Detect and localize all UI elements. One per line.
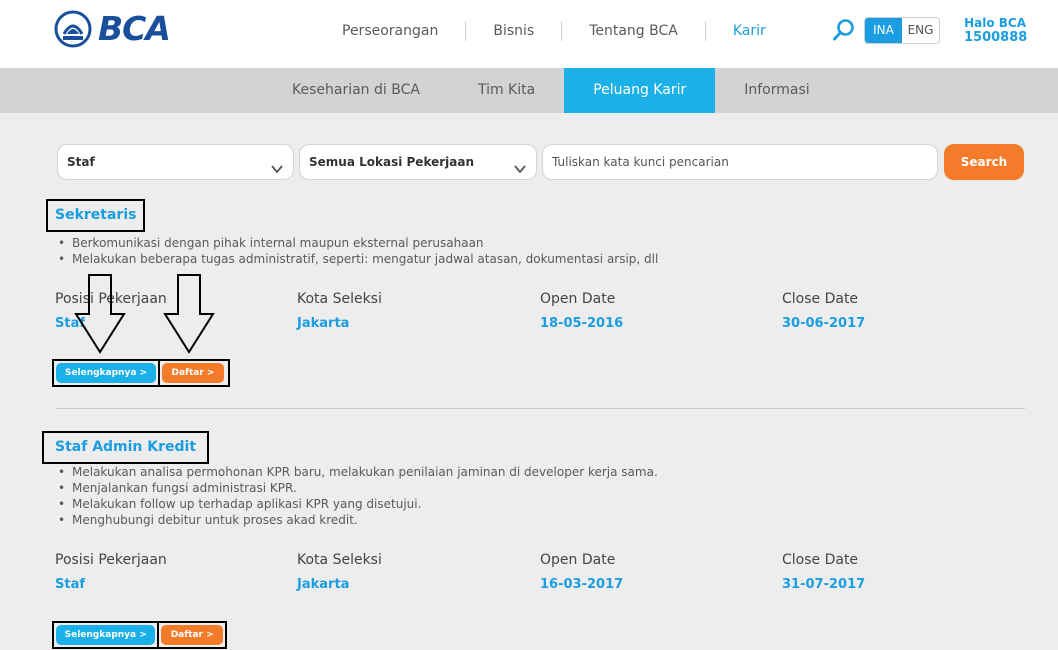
duty-item: Berkomunikasi dengan pihak internal maup… bbox=[58, 235, 658, 251]
job-title[interactable]: Staf Admin Kredit bbox=[42, 431, 210, 464]
chevron-down-icon bbox=[513, 155, 527, 174]
city-label: Kota Seleksi bbox=[297, 291, 382, 307]
job-duties: Melakukan analisa permohonan KPR baru, m… bbox=[58, 464, 658, 528]
duty-item: Melakukan follow up terhadap aplikasi KP… bbox=[58, 496, 658, 512]
close-date-label: Close Date bbox=[782, 291, 859, 307]
main-nav: Perseorangan Bisnis Tentang BCA Karir bbox=[328, 20, 793, 42]
city-label: Kota Seleksi bbox=[297, 552, 382, 568]
position-select-value: Staf bbox=[67, 155, 95, 169]
location-select-value: Semua Lokasi Pekerjaan bbox=[309, 155, 475, 169]
nav-bisnis[interactable]: Bisnis bbox=[466, 21, 563, 41]
search-button[interactable]: Search bbox=[944, 144, 1024, 180]
open-date-value: 16-03-2017 bbox=[540, 577, 624, 592]
job-actions: Selengkapnya > Daftar > bbox=[52, 621, 227, 649]
daftar-button[interactable]: Daftar > bbox=[162, 363, 224, 383]
search-icon[interactable] bbox=[832, 18, 856, 42]
bca-logo[interactable]: BCA bbox=[54, 9, 171, 48]
daftar-button[interactable]: Daftar > bbox=[161, 625, 223, 645]
tab-keseharian[interactable]: Keseharian di BCA bbox=[263, 68, 449, 113]
position-label: Posisi Pekerjaan bbox=[55, 552, 167, 568]
tab-informasi[interactable]: Informasi bbox=[715, 68, 838, 113]
language-switch: INA ENG bbox=[864, 17, 940, 44]
duty-item: Melakukan beberapa tugas administratif, … bbox=[58, 251, 658, 267]
nav-karir[interactable]: Karir bbox=[706, 21, 793, 41]
location-select[interactable]: Semua Lokasi Pekerjaan bbox=[299, 144, 537, 180]
tab-peluang-karir[interactable]: Peluang Karir bbox=[564, 68, 716, 113]
tab-tim-kita[interactable]: Tim Kita bbox=[449, 68, 564, 113]
open-date-label: Open Date bbox=[540, 291, 616, 307]
chevron-down-icon bbox=[270, 155, 284, 174]
close-date-value: 30-06-2017 bbox=[782, 316, 866, 331]
city-value: Jakarta bbox=[297, 316, 350, 331]
keyword-search-input[interactable] bbox=[542, 144, 938, 180]
arrow-down-icon bbox=[163, 274, 215, 358]
position-value: Staf bbox=[55, 577, 86, 592]
duty-item: Menghubungi debitur untuk proses akad kr… bbox=[58, 512, 658, 528]
halo-bca-number: 1500888 bbox=[964, 30, 1028, 45]
duty-item: Menjalankan fungsi administrasi KPR. bbox=[58, 480, 658, 496]
nav-perseorangan[interactable]: Perseorangan bbox=[328, 21, 467, 41]
brand-wordmark: BCA bbox=[98, 9, 171, 48]
halo-bca-contact[interactable]: Halo BCA 1500888 bbox=[964, 16, 1028, 46]
selengkapnya-button[interactable]: Selengkapnya > bbox=[56, 363, 156, 383]
career-subnav: Keseharian di BCA Tim Kita Peluang Karir… bbox=[0, 68, 1058, 113]
bca-emblem-icon bbox=[54, 10, 92, 48]
close-date-label: Close Date bbox=[782, 552, 859, 568]
duty-item: Melakukan analisa permohonan KPR baru, m… bbox=[58, 464, 658, 480]
selengkapnya-button[interactable]: Selengkapnya > bbox=[56, 625, 156, 645]
job-duties: Berkomunikasi dengan pihak internal maup… bbox=[58, 235, 658, 267]
job-title[interactable]: Sekretaris bbox=[46, 199, 146, 232]
city-value: Jakarta bbox=[297, 577, 350, 592]
top-header: BCA Perseorangan Bisnis Tentang BCA Kari… bbox=[0, 0, 1058, 68]
halo-bca-label: Halo BCA bbox=[964, 16, 1026, 30]
close-date-value: 31-07-2017 bbox=[782, 577, 866, 592]
nav-tentang-bca[interactable]: Tentang BCA bbox=[562, 21, 706, 41]
lang-ina-button[interactable]: INA bbox=[865, 18, 902, 43]
divider bbox=[158, 361, 160, 385]
lang-eng-button[interactable]: ENG bbox=[902, 18, 939, 43]
arrow-down-icon bbox=[74, 274, 126, 358]
divider bbox=[157, 623, 160, 647]
job-actions: Selengkapnya > Daftar > bbox=[52, 359, 230, 387]
position-select[interactable]: Staf bbox=[57, 144, 294, 180]
job-divider bbox=[56, 408, 1025, 409]
open-date-value: 18-05-2016 bbox=[540, 316, 624, 331]
open-date-label: Open Date bbox=[540, 552, 616, 568]
